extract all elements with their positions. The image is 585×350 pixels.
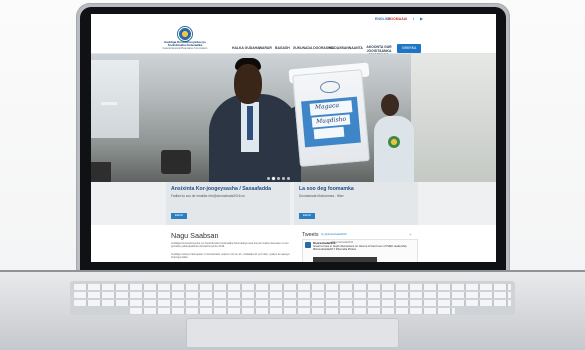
slider-dot[interactable] <box>277 177 280 180</box>
official-tie <box>247 106 253 140</box>
slider-dot[interactable] <box>267 177 270 180</box>
card-read-button[interactable]: EEGSI <box>299 213 315 219</box>
feature-cards: Ansixinta Kor-joogeysasha / Saxaafadda F… <box>91 182 496 225</box>
key-row <box>74 292 511 298</box>
laptop-keyboard <box>70 281 515 315</box>
tweet-handle[interactable]: @doorashada2016 <box>331 241 353 244</box>
site-header: Guddiga Doorashooyinka iyo Soohdimaha Fe… <box>91 25 496 57</box>
shirt-logo-icon <box>388 136 400 148</box>
facebook-icon[interactable]: f <box>403 16 408 21</box>
ceiling-fan <box>101 102 117 105</box>
card-subtitle: Fadlan ku soo dir emailka info@doorashad… <box>171 194 245 198</box>
slider-dots <box>267 167 292 182</box>
slider-dot[interactable] <box>287 177 290 180</box>
official-head <box>234 64 262 104</box>
youtube-icon[interactable]: ▶ <box>419 16 424 21</box>
about-paragraph-1: Guddiga Doorashooyinka iyo Soohdimaha Fe… <box>171 242 289 249</box>
card-title: Ansixinta Kor-joogeysasha / Saxaafadda <box>171 186 272 192</box>
nav-item-news[interactable]: WARAR <box>259 46 272 50</box>
card-read-button[interactable]: EEGSI <box>171 213 187 219</box>
card-download-forms: La soo deg foomamka Doorashada Musharrax… <box>294 182 418 225</box>
tweet-image[interactable] <box>313 257 377 262</box>
nav-item-info[interactable]: BAGASH <box>275 46 290 50</box>
camera-shape-2 <box>161 150 191 174</box>
tweets-by-link[interactable]: by @doorashada2016 <box>321 233 347 236</box>
seated-head <box>381 94 399 116</box>
laptop-screen: ENGLISH SOOMAALI f t ▶ Guddiga Doorashoo… <box>91 14 496 262</box>
tweets-title: Tweets <box>302 232 319 238</box>
nav-item-home[interactable]: HALKA GUDAHA <box>232 46 260 50</box>
key-row <box>130 308 455 314</box>
org-subtitle: Federal Electoral Boundaries Commission <box>162 47 208 50</box>
lower-section: Nagu Saabsan Guddiga Doorashooyinka iyo … <box>91 225 496 262</box>
about-paragraph-2: Guddigu waxay hubinayaan in doorashadu n… <box>171 253 290 260</box>
tweet-text: Great to have in depth discussions on cl… <box>313 245 408 252</box>
key-row <box>74 284 511 290</box>
card-accreditation: Ansixinta Kor-joogeysasha / Saxaafadda F… <box>166 182 290 225</box>
key-row <box>74 300 511 306</box>
card-subtitle: Doorashada Musharraxa - Warr <box>299 194 344 198</box>
slider-dot-active[interactable] <box>272 177 275 180</box>
nav-item-independence[interactable]: MADAXBANNAANTA <box>329 46 363 50</box>
hero-wall <box>411 54 496 182</box>
about-title: Nagu Saabsan <box>171 231 219 240</box>
tweet-avatar[interactable] <box>305 242 311 248</box>
card-title: La soo deg foomamka <box>299 186 354 192</box>
seated-figure <box>374 116 414 182</box>
hero-window <box>91 60 139 138</box>
hero-slider[interactable]: Magaca Muqdisho <box>91 54 496 182</box>
camera-shape <box>91 162 111 182</box>
nav-item-laws[interactable]: XUKUNADA DOORASHO <box>293 46 333 50</box>
tweets-expand-icon[interactable]: + <box>409 232 411 237</box>
laptop-trackpad <box>186 318 399 348</box>
contact-button[interactable]: XIRIIRKA <box>397 44 421 53</box>
twitter-icon[interactable]: t <box>411 16 416 21</box>
slider-dot[interactable] <box>282 177 285 180</box>
